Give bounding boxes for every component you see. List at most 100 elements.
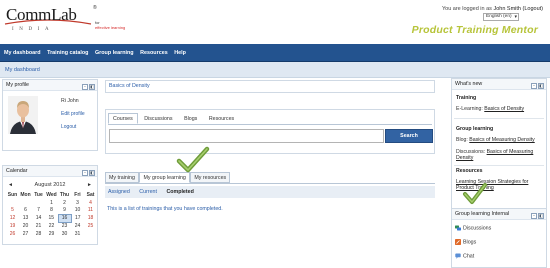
dock-icon[interactable]: ◧ [538, 83, 544, 89]
collapse-icon[interactable]: − [531, 213, 537, 219]
commlab-logo[interactable]: CommLab INDIA ® for effective learning [3, 3, 143, 41]
checkmark-icon [463, 183, 487, 204]
whats-new-title: What's new [455, 81, 483, 87]
logo-subtext: INDIA [12, 27, 55, 32]
discussions-icon [455, 225, 461, 231]
nav-resources[interactable]: Resources [140, 44, 168, 62]
training-subtabs: Assigned Current Completed [105, 186, 435, 198]
search-tab-courses[interactable]: Courses [108, 113, 138, 124]
calendar-day[interactable]: 20 [19, 222, 32, 230]
search-button[interactable]: Search [385, 129, 433, 143]
calendar-day[interactable]: 7 [32, 207, 45, 215]
calendar-day [6, 199, 19, 207]
tab-my-training[interactable]: My training [105, 172, 139, 183]
calendar-day[interactable]: 22 [45, 222, 58, 230]
wn-discussion-item: Discussions: Basics of Measuring Density [456, 149, 544, 161]
blogs-icon [455, 239, 461, 245]
page: CommLab INDIA ® for effective learning Y… [0, 0, 550, 268]
next-month-icon[interactable]: ► [87, 182, 92, 188]
calendar-day[interactable]: 19 [6, 222, 19, 230]
weekday-header: Wed [46, 191, 57, 198]
calendar-day[interactable]: 26 [6, 230, 19, 238]
calendar-day[interactable]: 31 [71, 230, 84, 238]
calendar-day[interactable]: 8 [45, 207, 58, 215]
calendar-day[interactable]: 28 [32, 230, 45, 238]
header-logout-link[interactable]: (Logout) [523, 6, 544, 12]
calendar-day[interactable]: 3 [71, 199, 84, 207]
basics-of-density-link[interactable]: Basics of Density [109, 83, 150, 89]
gl-discussions-label: Discussions [463, 225, 492, 232]
calendar-day-today[interactable]: 16 [57, 213, 72, 223]
search-tab-blogs[interactable]: Blogs [179, 113, 202, 124]
wn-link-blog[interactable]: Basics of Measuring Density [469, 137, 534, 143]
calendar-day[interactable]: 12 [6, 214, 19, 222]
calendar-day[interactable]: 10 [71, 207, 84, 215]
gl-chat[interactable]: Chat [455, 253, 474, 259]
user-link[interactable]: John Smith [493, 6, 521, 12]
edit-profile-link[interactable]: Edit profile [61, 111, 85, 117]
nav-my-dashboard[interactable]: My dashboard [4, 44, 41, 62]
calendar-day[interactable]: 18 [84, 214, 97, 222]
calendar-day[interactable]: 13 [19, 214, 32, 222]
wn-heading-group-learning: Group learning [456, 126, 494, 132]
subtab-completed[interactable]: Completed [166, 189, 193, 195]
calendar-day[interactable]: 15 [45, 214, 58, 222]
search-tab-resources[interactable]: Resources [204, 113, 239, 124]
wn-prefix: Blog: [456, 137, 468, 143]
logo-tagline: for effective learning [95, 20, 125, 30]
training-tabs: My training My group learning My resourc… [105, 172, 231, 183]
calendar-day[interactable]: 2 [58, 199, 71, 207]
calendar-day[interactable]: 11 [84, 207, 97, 215]
dock-icon[interactable]: ◧ [89, 170, 95, 176]
collapse-icon[interactable]: − [531, 83, 537, 89]
calendar-day[interactable]: 1 [45, 199, 58, 207]
subtab-current[interactable]: Current [139, 189, 157, 195]
gl-discussions[interactable]: Discussions [455, 225, 491, 231]
calendar-day[interactable]: 6 [19, 207, 32, 215]
profile-block: My profile − ◧ Ri John Edit profile Logou… [2, 79, 98, 151]
nav-help[interactable]: Help [174, 44, 186, 62]
search-tab-discussions[interactable]: Discussions [139, 113, 177, 124]
calendar-day[interactable]: 17 [71, 214, 84, 222]
search-input[interactable] [109, 129, 384, 143]
calendar-day[interactable]: 9 [58, 207, 71, 215]
wn-blog-item: Blog: Basics of Measuring Density [456, 137, 544, 143]
wn-heading-resources: Resources [456, 168, 483, 174]
wn-heading-training: Training [456, 95, 477, 101]
weekday-header: Thu [59, 191, 70, 198]
profile-logout-link[interactable]: Logout [61, 124, 76, 130]
weekday-header: Sat [86, 191, 95, 198]
wn-training-item: E-Learning: Basics of Density [456, 106, 544, 112]
dock-icon[interactable]: ◧ [89, 84, 95, 90]
wn-link-basics-of-density[interactable]: Basics of Density [484, 106, 524, 112]
calendar-day[interactable]: 30 [58, 230, 71, 238]
calendar-day [84, 230, 97, 238]
nav-training-catalog[interactable]: Training catalog [47, 44, 88, 62]
breadcrumb-dashboard[interactable]: My dashboard [5, 67, 40, 73]
calendar-block: Calendar − ◧ ◄ August 2012 ► Sun Mon Tue … [2, 165, 98, 245]
chat-icon [455, 253, 461, 259]
collapse-icon[interactable]: − [82, 170, 88, 176]
calendar-day[interactable]: 27 [19, 230, 32, 238]
whats-new-header: What's new − ◧ [452, 79, 546, 90]
calendar-day [32, 199, 45, 207]
nav-group-learning[interactable]: Group learning [95, 44, 134, 62]
calendar-day[interactable]: 4 [84, 199, 97, 207]
gl-blogs-label: Blogs [463, 239, 477, 246]
divider [454, 118, 544, 119]
language-select[interactable]: English (en) [483, 13, 519, 21]
calendar-day[interactable]: 23 [58, 222, 71, 230]
profile-name: Ri John [61, 98, 79, 104]
calendar-day[interactable]: 5 [6, 207, 19, 215]
calendar-day[interactable]: 21 [32, 222, 45, 230]
dock-icon[interactable]: ◧ [538, 213, 544, 219]
gl-chat-label: Chat [463, 253, 475, 260]
weekday-header: Sun [7, 191, 18, 198]
calendar-day[interactable]: 14 [32, 214, 45, 222]
gl-blogs[interactable]: Blogs [455, 239, 476, 245]
subtab-assigned[interactable]: Assigned [108, 189, 130, 195]
collapse-icon[interactable]: − [82, 84, 88, 90]
calendar-day[interactable]: 24 [71, 222, 84, 230]
calendar-day[interactable]: 25 [84, 222, 97, 230]
calendar-day[interactable]: 29 [45, 230, 58, 238]
